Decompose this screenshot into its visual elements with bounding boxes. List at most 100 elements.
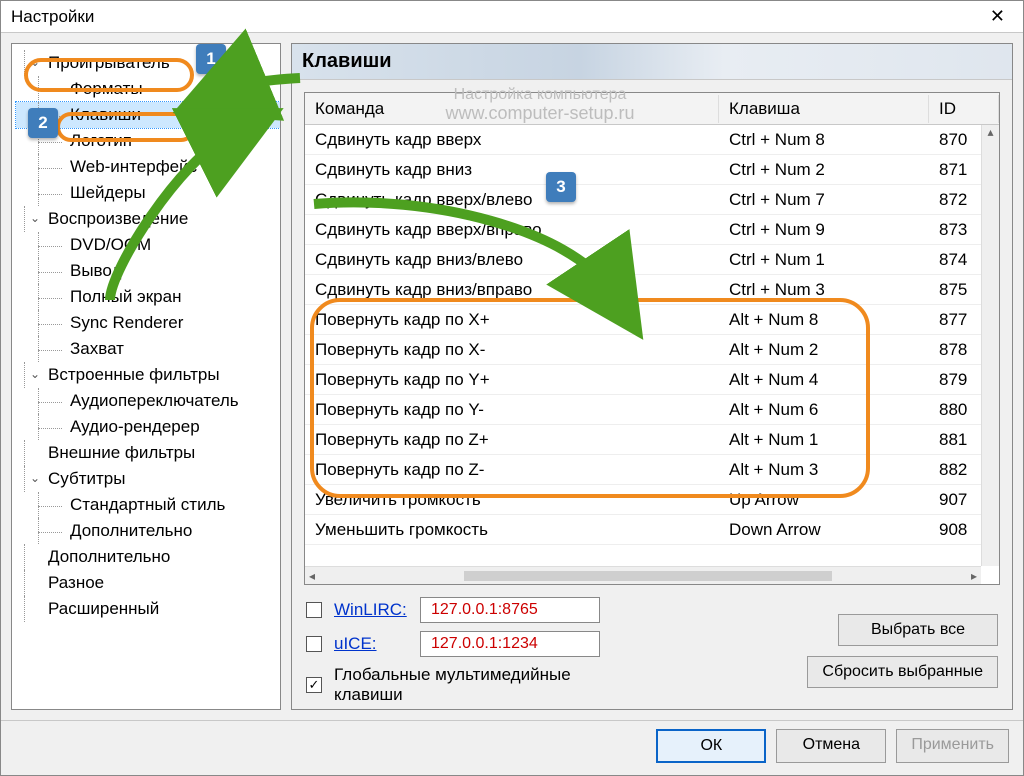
ok-button[interactable]: ОК [656, 729, 766, 763]
cell-cmd: Сдвинуть кадр вверх/влево [305, 188, 719, 212]
shortcut-table: Команда Клавиша ID Сдвинуть кадр вверхCt… [304, 92, 1000, 585]
table-row[interactable]: Повернуть кадр по Z-Alt + Num 3882 [305, 455, 999, 485]
table-row[interactable]: Сдвинуть кадр вниз/влевоCtrl + Num 1874 [305, 245, 999, 275]
cell-key: Alt + Num 2 [719, 338, 929, 362]
tree-item[interactable]: Дополнительно [16, 544, 280, 570]
tree-item[interactable]: Аудио-рендерер [16, 414, 280, 440]
tree-item[interactable]: Расширенный [16, 596, 280, 622]
table-row[interactable]: Повернуть кадр по X+Alt + Num 8877 [305, 305, 999, 335]
tree-item-label: Проигрыватель [48, 53, 170, 72]
uice-input[interactable]: 127.0.0.1:1234 [420, 631, 600, 657]
scroll-left-icon[interactable]: ◂ [309, 569, 315, 583]
col-id[interactable]: ID [929, 95, 999, 123]
tree-item[interactable]: Разное [16, 570, 280, 596]
tree-item[interactable]: ⌄ Субтитры [16, 466, 280, 492]
select-all-button[interactable]: Выбрать все [838, 614, 998, 646]
horizontal-scrollbar[interactable]: ◂ ▸ [305, 566, 981, 584]
tree-item[interactable]: Шейдеры [16, 180, 280, 206]
window-title: Настройки [11, 7, 94, 27]
cell-key: Alt + Num 6 [719, 398, 929, 422]
chevron-down-icon[interactable]: ⌄ [30, 212, 42, 224]
chevron-down-icon[interactable]: ⌄ [30, 368, 42, 380]
tree-item-label: Форматы [70, 79, 143, 98]
cell-key: Alt + Num 4 [719, 368, 929, 392]
cell-key: Down Arrow [719, 518, 929, 542]
tree-item[interactable]: Клавиши [16, 102, 280, 128]
table-row[interactable]: Сдвинуть кадр вверх/влевоCtrl + Num 7872 [305, 185, 999, 215]
section-title: Клавиши [292, 44, 1012, 80]
scroll-right-icon[interactable]: ▸ [971, 569, 977, 583]
tree-item[interactable]: ⌄ Проигрыватель [16, 50, 280, 76]
chevron-down-icon[interactable]: ⌄ [30, 472, 42, 484]
cell-key: Ctrl + Num 1 [719, 248, 929, 272]
cell-cmd: Сдвинуть кадр вверх/вправо [305, 218, 719, 242]
tree-item[interactable]: Внешние фильтры [16, 440, 280, 466]
global-hotkeys-label: Глобальные мультимедийные клавиши [334, 665, 610, 705]
apply-button[interactable]: Применить [896, 729, 1009, 763]
tree-item-label: Субтитры [48, 469, 125, 488]
col-key[interactable]: Клавиша [719, 95, 929, 123]
tree-item-label: DVD/OGM [70, 235, 151, 254]
table-row[interactable]: Уменьшить громкостьDown Arrow908 [305, 515, 999, 545]
tree-item[interactable]: ⌄Встроенные фильтры [16, 362, 280, 388]
cell-cmd: Сдвинуть кадр вверх [305, 128, 719, 152]
reset-selected-button[interactable]: Сбросить выбранные [807, 656, 998, 688]
chevron-down-icon[interactable]: ⌄ [30, 56, 42, 68]
table-row[interactable]: Сдвинуть кадр вверхCtrl + Num 8870 [305, 125, 999, 155]
tree-item[interactable]: Логотип [16, 128, 280, 154]
nav-tree: ⌄ Проигрыватель Форматы Клавиши Логотип Web-и… [11, 43, 281, 710]
table-row[interactable]: Сдвинуть кадр вниз/вправоCtrl + Num 3875 [305, 275, 999, 305]
tree-item[interactable]: Полный экран [16, 284, 280, 310]
table-row[interactable]: Сдвинуть кадр вверх/вправоCtrl + Num 987… [305, 215, 999, 245]
vertical-scrollbar[interactable]: ▴ [981, 125, 999, 566]
winlirc-input[interactable]: 127.0.0.1:8765 [420, 597, 600, 623]
cell-cmd: Сдвинуть кадр вниз/влево [305, 248, 719, 272]
table-row[interactable]: Повернуть кадр по Z+Alt + Num 1881 [305, 425, 999, 455]
cell-key: Ctrl + Num 3 [719, 278, 929, 302]
tree-item[interactable]: Аудиопереключатель [16, 388, 280, 414]
tree-item-label: Захват [70, 339, 124, 358]
uice-link[interactable]: uICE: [334, 634, 414, 654]
table-row[interactable]: Увеличить громкостьUp Arrow907 [305, 485, 999, 515]
tree-item[interactable]: DVD/OGM [16, 232, 280, 258]
tree-item-label: Внешние фильтры [48, 443, 195, 462]
cancel-button[interactable]: Отмена [776, 729, 886, 763]
tree-item[interactable]: Стандартный стиль [16, 492, 280, 518]
table-row[interactable]: Повернуть кадр по X-Alt + Num 2878 [305, 335, 999, 365]
cell-key: Ctrl + Num 9 [719, 218, 929, 242]
tree-item[interactable]: Дополнительно [16, 518, 280, 544]
tree-item-label: Web-интерфейс [70, 157, 197, 176]
tree-item[interactable]: Вывод [16, 258, 280, 284]
tree-item-label: Дополнительно [48, 547, 170, 566]
cell-cmd: Повернуть кадр по X+ [305, 308, 719, 332]
global-hotkeys-checkbox[interactable] [306, 677, 322, 693]
cell-cmd: Сдвинуть кадр вниз/вправо [305, 278, 719, 302]
cell-key: Ctrl + Num 7 [719, 188, 929, 212]
cell-cmd: Повернуть кадр по Y- [305, 398, 719, 422]
tree-item-label: Логотип [70, 131, 132, 150]
scroll-up-icon[interactable]: ▴ [982, 125, 999, 143]
cell-cmd: Повернуть кадр по Z- [305, 458, 719, 482]
tree-item-label: Дополнительно [70, 521, 192, 540]
tree-item-label: Разное [48, 573, 104, 592]
tree-item[interactable]: ⌄Воспроизведение [16, 206, 280, 232]
winlirc-link[interactable]: WinLIRC: [334, 600, 414, 620]
cell-cmd: Уменьшить громкость [305, 518, 719, 542]
tree-item-label: Вывод [70, 261, 121, 280]
cell-key: Up Arrow [719, 488, 929, 512]
tree-item[interactable]: Sync Renderer [16, 310, 280, 336]
tree-item[interactable]: Web-интерфейс [16, 154, 280, 180]
tree-item-label: Аудио-рендерер [70, 417, 200, 436]
cell-key: Alt + Num 8 [719, 308, 929, 332]
col-command[interactable]: Команда [305, 95, 719, 123]
tree-item[interactable]: Форматы [16, 76, 280, 102]
table-row[interactable]: Повернуть кадр по Y-Alt + Num 6880 [305, 395, 999, 425]
table-row[interactable]: Повернуть кадр по Y+Alt + Num 4879 [305, 365, 999, 395]
cell-key: Ctrl + Num 8 [719, 128, 929, 152]
close-icon[interactable]: ✕ [982, 6, 1013, 27]
cell-cmd: Повернуть кадр по Z+ [305, 428, 719, 452]
uice-checkbox[interactable] [306, 636, 322, 652]
winlirc-checkbox[interactable] [306, 602, 322, 618]
table-row[interactable]: Сдвинуть кадр внизCtrl + Num 2871 [305, 155, 999, 185]
tree-item[interactable]: Захват [16, 336, 280, 362]
